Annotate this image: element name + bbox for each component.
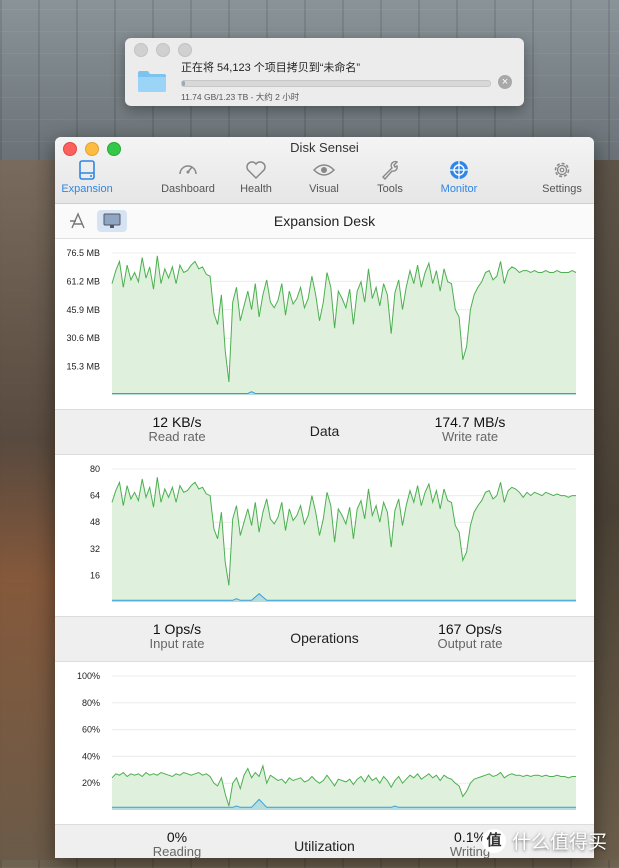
speedometer-icon bbox=[179, 165, 197, 175]
watermark-logo: 值 bbox=[481, 828, 506, 853]
data-chart-svg: 76.5 MB 61.2 MB 45.9 MB 30.6 MB 15.3 MB bbox=[66, 248, 577, 395]
folder-icon bbox=[138, 71, 166, 92]
tab-label: Monitor bbox=[440, 183, 478, 195]
wrench-icon bbox=[382, 160, 399, 181]
tab-label: Settings bbox=[542, 183, 582, 195]
tab-label: Expansion bbox=[61, 183, 113, 195]
y-tick-label: 100% bbox=[77, 671, 100, 681]
data-chart: 76.5 MB 61.2 MB 45.9 MB 30.6 MB 15.3 MB bbox=[55, 239, 594, 409]
dialog-window-controls bbox=[134, 43, 192, 57]
copy-progress-bar bbox=[181, 80, 491, 87]
output-rate-stat: 167 Ops/s Output rate bbox=[405, 622, 535, 651]
utilization-chart: 100% 80% 60% 40% 20% bbox=[55, 662, 594, 824]
title-bar: Disk Sensei Expansion Dashboard Health V… bbox=[55, 137, 594, 204]
y-tick-label: 30.6 MB bbox=[66, 333, 100, 343]
y-tick-label: 60% bbox=[82, 725, 100, 735]
copy-message: 正在将 54,123 个项目拷贝到“未命名” bbox=[181, 62, 361, 74]
tab-monitor[interactable]: Monitor bbox=[424, 159, 494, 195]
device-title: Expansion Desk bbox=[273, 213, 376, 229]
copy-progress-dialog: 正在将 54,123 个项目拷贝到“未命名” 11.74 GB/1.23 TB … bbox=[125, 38, 524, 106]
watermark-text: 什么值得买 bbox=[511, 832, 607, 853]
close-button-disabled[interactable] bbox=[134, 43, 148, 57]
write-rate-label: Write rate bbox=[441, 429, 499, 444]
eye-icon bbox=[313, 164, 335, 176]
output-rate-value: 167 Ops/s bbox=[438, 621, 502, 637]
tab-health[interactable]: Health bbox=[221, 159, 291, 195]
tab-label: Dashboard bbox=[161, 183, 215, 195]
data-stats: 12 KB/s Read rate Data 174.7 MB/s Write … bbox=[55, 409, 594, 455]
y-tick-label: 32 bbox=[90, 544, 100, 554]
heart-icon bbox=[246, 161, 266, 180]
tab-settings[interactable]: Settings bbox=[527, 159, 594, 195]
copy-detail: 11.74 GB/1.23 TB - 大约 2 小时 bbox=[181, 92, 300, 102]
gear-icon bbox=[554, 162, 570, 178]
write-series-area bbox=[112, 765, 576, 810]
tab-tools[interactable]: Tools bbox=[355, 159, 425, 195]
device-bar: Expansion Desk bbox=[55, 204, 594, 239]
zoom-button-disabled[interactable] bbox=[178, 43, 192, 57]
disk-sensei-window: Disk Sensei Expansion Dashboard Health V… bbox=[55, 137, 594, 858]
y-tick-label: 64 bbox=[90, 491, 100, 501]
y-tick-label: 20% bbox=[82, 778, 100, 788]
y-tick-label: 80 bbox=[90, 464, 100, 474]
utilization-chart-svg: 100% 80% 60% 40% 20% bbox=[77, 671, 576, 810]
tab-expansion[interactable]: Expansion bbox=[55, 159, 122, 195]
tab-visual[interactable]: Visual bbox=[289, 159, 359, 195]
minimize-button-disabled[interactable] bbox=[156, 43, 170, 57]
write-rate-value: 174.7 MB/s bbox=[434, 414, 506, 430]
watermark: 值 什么值得买 bbox=[481, 827, 607, 854]
monitor-target-icon bbox=[450, 161, 468, 179]
operations-chart: 80 64 48 32 16 bbox=[55, 455, 594, 616]
y-tick-label: 45.9 MB bbox=[66, 305, 100, 315]
y-tick-label: 16 bbox=[90, 570, 100, 580]
drive-icon bbox=[79, 160, 95, 180]
y-tick-label: 48 bbox=[90, 517, 100, 527]
output-rate-label: Output rate bbox=[437, 636, 503, 651]
tab-label: Tools bbox=[377, 183, 403, 195]
y-tick-label: 40% bbox=[82, 751, 100, 761]
y-tick-label: 80% bbox=[82, 698, 100, 708]
y-tick-label: 15.3 MB bbox=[66, 362, 100, 372]
tab-label: Health bbox=[240, 183, 272, 195]
y-tick-label: 76.5 MB bbox=[66, 248, 100, 258]
operations-stats: 1 Ops/s Input rate Operations 167 Ops/s … bbox=[55, 616, 594, 662]
tab-dashboard[interactable]: Dashboard bbox=[153, 159, 223, 195]
window-title: Disk Sensei bbox=[290, 140, 359, 155]
tab-label: Visual bbox=[309, 183, 339, 195]
y-tick-label: 61.2 MB bbox=[66, 276, 100, 286]
copy-progress-fill bbox=[182, 81, 185, 86]
stop-copy-icon[interactable]: × bbox=[498, 75, 512, 89]
operations-chart-svg: 80 64 48 32 16 bbox=[90, 464, 576, 602]
write-rate-stat: 174.7 MB/s Write rate bbox=[405, 415, 535, 444]
desktop-wallpaper-left bbox=[0, 160, 60, 860]
